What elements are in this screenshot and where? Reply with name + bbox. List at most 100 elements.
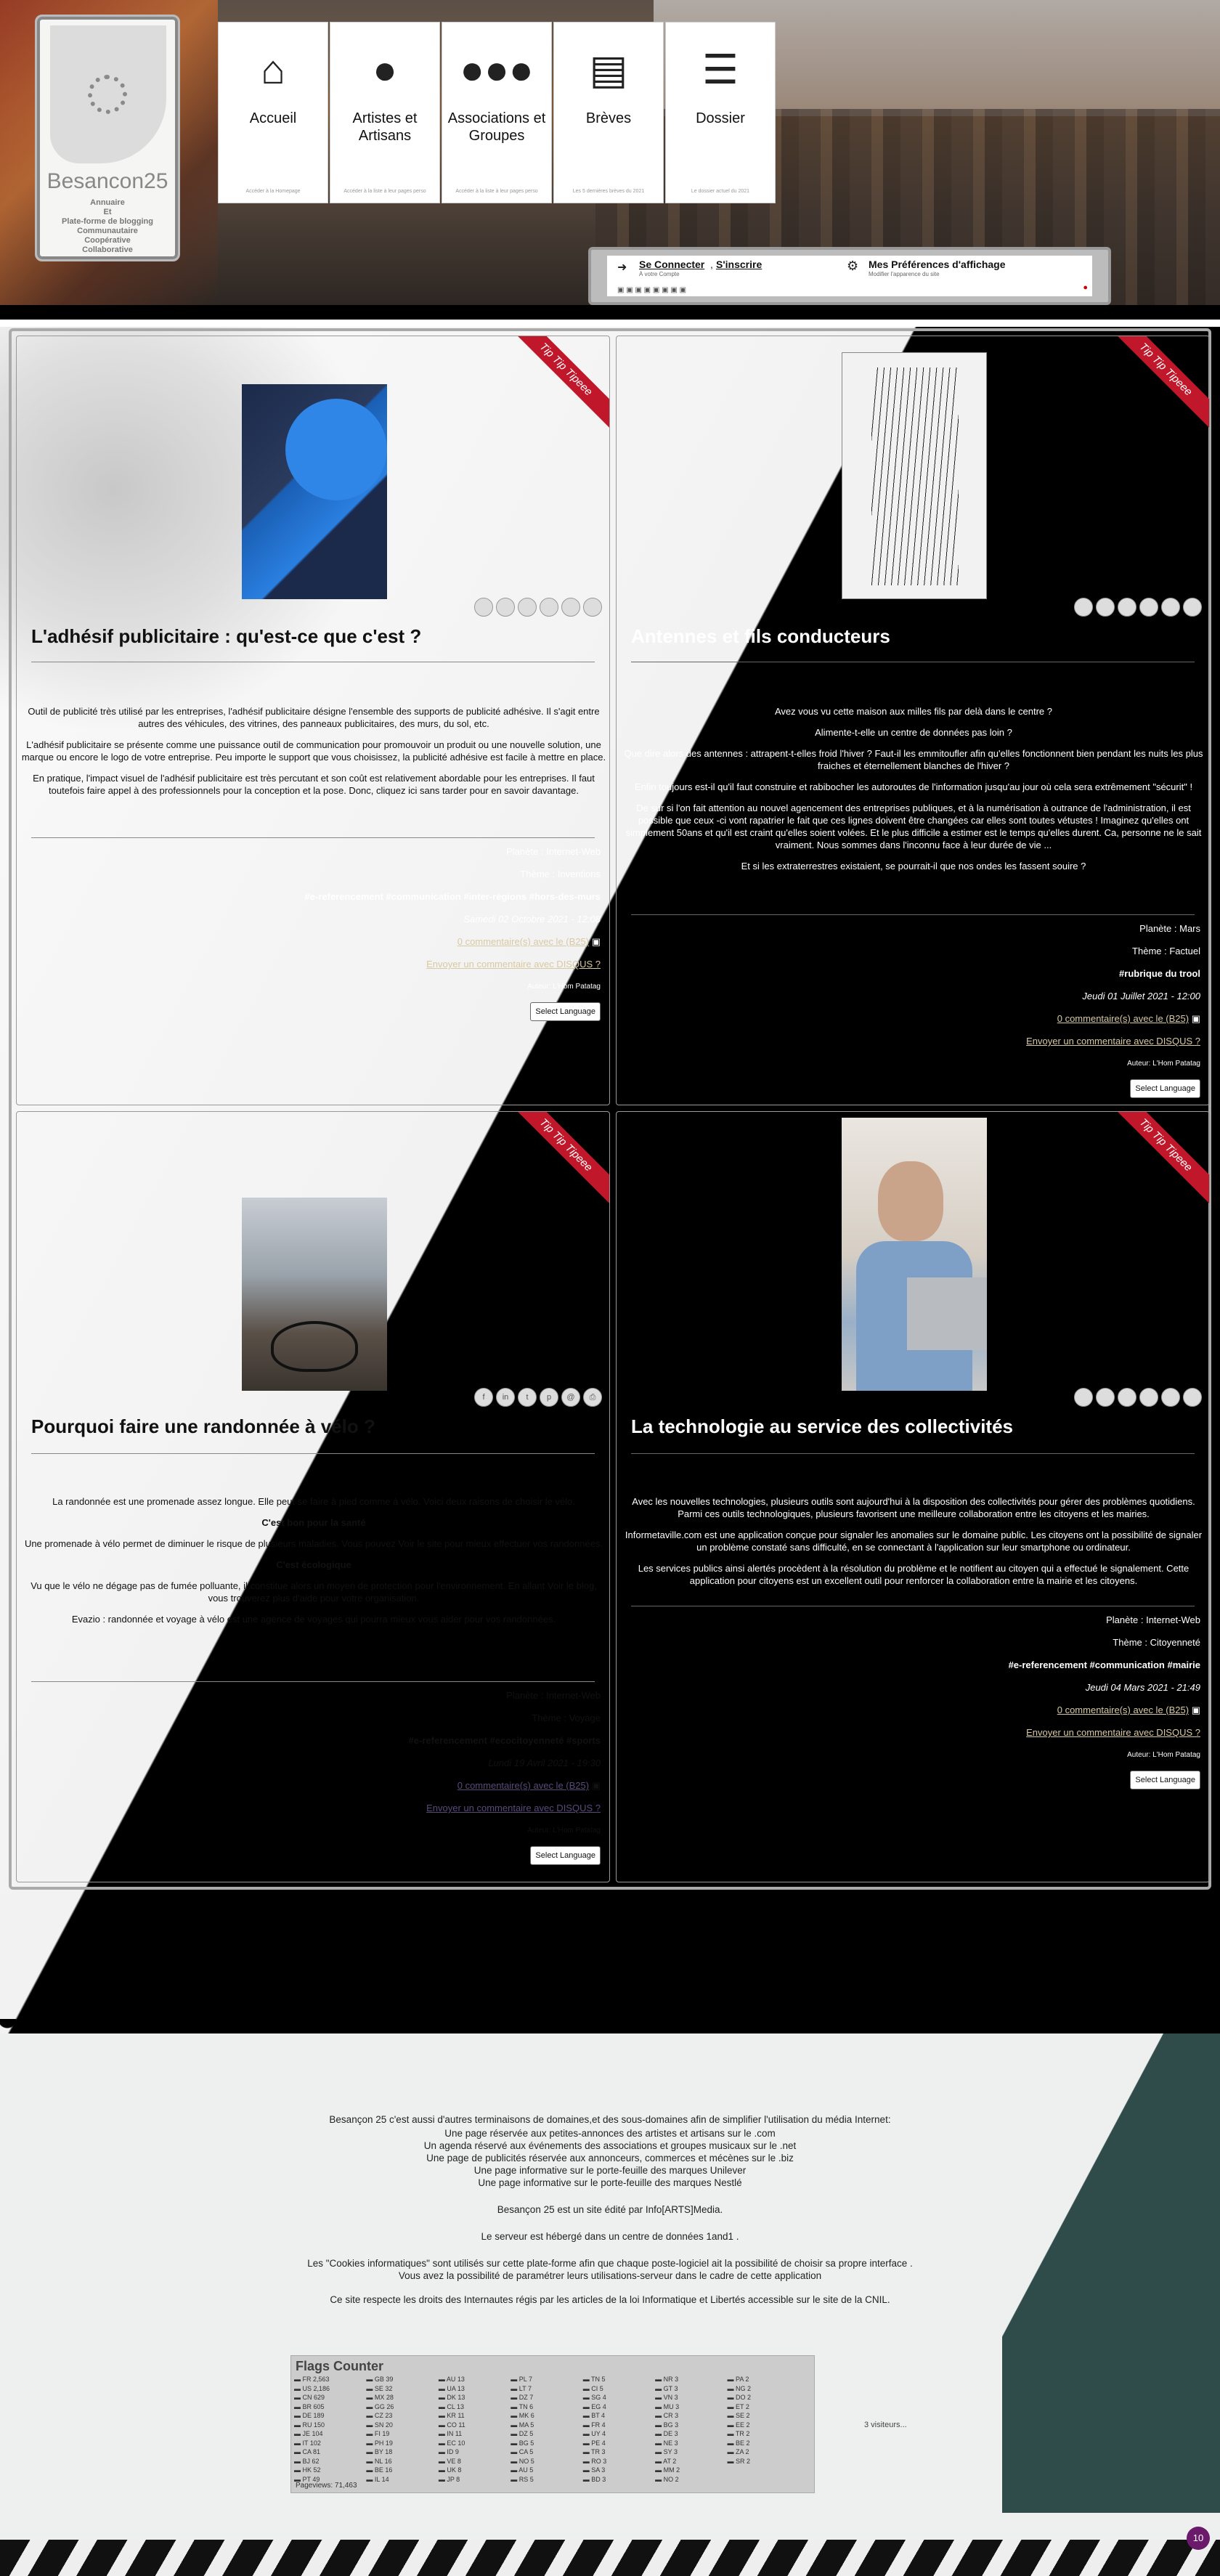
connect-link[interactable]: Se Connecter — [639, 259, 704, 270]
share-icon[interactable] — [1096, 1388, 1115, 1407]
flag-entry: ▬ JE 104 — [294, 2430, 323, 2437]
article-body: La randonnée est une promenade assez lon… — [24, 1496, 603, 1625]
article-card: Tip Tip Tipeee f in t p @ ⎙ Pourquoi faire un… — [16, 1111, 610, 1882]
disqus-link[interactable]: Envoyer un commentaire avec DISQUS ? — [1026, 1036, 1200, 1047]
share-icon[interactable] — [1074, 1388, 1093, 1407]
footer-rights[interactable]: Ce site respecte les droits des Internau… — [218, 2293, 1002, 2306]
alert-icon[interactable]: ● — [1083, 283, 1088, 292]
nav-hint: Les 5 dernières brèves du 2021 — [572, 189, 645, 194]
theme-value: Inventions — [557, 869, 601, 879]
footer-cookies[interactable]: Les "Cookies informatiques" sont utilisé… — [218, 2257, 1002, 2270]
nav-hint: Accéder à la Homepage — [245, 189, 301, 194]
article-image[interactable] — [242, 1198, 387, 1391]
tipeee-ribbon[interactable]: Tip Tip Tipeee — [1107, 1112, 1209, 1214]
disqus-link[interactable]: Envoyer un commentaire avec DISQUS ? — [1026, 1727, 1200, 1738]
share-icon[interactable] — [540, 598, 558, 617]
pinterest-icon[interactable]: p — [540, 1388, 558, 1407]
share-icon[interactable] — [518, 598, 537, 617]
comments-link[interactable]: 0 commentaire(s) avec le (B25) — [1057, 1705, 1189, 1715]
users-icon: ●●● — [460, 46, 534, 92]
footer-server[interactable]: Le serveur est hébergé dans un centre de… — [218, 2230, 1002, 2243]
register-link[interactable]: S'inscrire — [716, 259, 762, 270]
footer-cookies-settings[interactable]: Vous avez la possibilité de paramétrer l… — [218, 2270, 1002, 2282]
comments-link[interactable]: 0 commentaire(s) avec le (B25) — [458, 936, 589, 947]
comments-link[interactable]: 0 commentaire(s) avec le (B25) — [458, 1780, 589, 1791]
facebook-icon[interactable]: f — [474, 1388, 493, 1407]
flag-entry: ▬ MU 3 — [655, 2402, 680, 2410]
linkedin-icon[interactable]: in — [496, 1388, 515, 1407]
comments-link[interactable]: 0 commentaire(s) avec le (B25) — [1057, 1013, 1189, 1024]
disqus-link[interactable]: Envoyer un commentaire avec DISQUS ? — [426, 959, 601, 970]
share-icon[interactable] — [1074, 598, 1093, 617]
site-logo[interactable]: Besancon25 Annuaire Et Plate-forme de bl… — [35, 15, 180, 261]
tags[interactable]: #rubrique du trool — [1026, 967, 1200, 981]
nav-accueil[interactable]: ⌂ Accueil Accéder à la Homepage — [218, 22, 328, 203]
flag-entry: ▬ FR 4 — [582, 2421, 606, 2429]
divider — [631, 914, 1195, 915]
footer-link-annonces[interactable]: Une page réservée aux petites-annonces d… — [218, 2127, 1002, 2140]
language-select[interactable]: Select Language — [530, 1846, 601, 1865]
email-icon[interactable]: @ — [561, 1388, 580, 1407]
connect-sep: , — [710, 259, 713, 270]
nav-associations[interactable]: ●●● Associations et Groupes Accéder à la… — [442, 22, 552, 203]
article-title[interactable]: La technologie au service des collectivi… — [631, 1415, 1013, 1438]
share-icon[interactable] — [1183, 598, 1202, 617]
print-icon[interactable]: ⎙ — [583, 1388, 602, 1407]
article-title[interactable]: Antennes et fils conducteurs — [631, 625, 890, 648]
article-image[interactable] — [842, 352, 987, 599]
flag-entry: ▬ CR 3 — [655, 2412, 679, 2419]
footer-link-unilever[interactable]: Une page informative sur le porte-feuill… — [218, 2164, 1002, 2177]
preferences-link[interactable]: Mes Préférences d'affichage — [869, 259, 1006, 270]
tags[interactable]: #e-referencement #communication #mairie — [1009, 1658, 1200, 1673]
share-icon[interactable] — [1183, 1388, 1202, 1407]
flag-entry: ▬ BG 5 — [511, 2439, 534, 2447]
disqus-link[interactable]: Envoyer un commentaire avec DISQUS ? — [426, 1803, 601, 1813]
language-select[interactable]: Select Language — [1130, 1079, 1200, 1098]
share-icon[interactable] — [474, 598, 493, 617]
tipeee-ribbon[interactable]: Tip Tip Tipeee — [508, 336, 609, 438]
flag-entry: ▬ RO 3 — [582, 2457, 607, 2465]
footer-editor[interactable]: Besançon 25 est un site édité par Info[A… — [218, 2203, 1002, 2216]
tags[interactable]: #e-referencement #ecocitoyenneté #sports — [409, 1734, 601, 1748]
flags-counter[interactable]: Flags Counter ▬ FR 2,563 ▬ US 2,186 ▬ CN 6… — [290, 2355, 815, 2493]
share-icon[interactable] — [1096, 598, 1115, 617]
flag-entry: ▬ NR 3 — [655, 2376, 679, 2383]
divider — [31, 837, 595, 838]
share-icon[interactable] — [561, 598, 580, 617]
share-icon[interactable] — [1118, 598, 1136, 617]
tipeee-ribbon[interactable]: Tip Tip Tipeee — [1107, 336, 1209, 438]
article-title[interactable]: Pourquoi faire une randonnée à vélo ? — [31, 1415, 375, 1438]
notification-badge[interactable]: 10 — [1187, 2527, 1210, 2550]
tags[interactable]: #e-referencement #communication #inter-r… — [305, 890, 601, 904]
comment-icon: ▣ — [1191, 1013, 1200, 1024]
share-icon[interactable] — [496, 598, 515, 617]
share-icon[interactable] — [1161, 1388, 1180, 1407]
share-icon[interactable] — [1161, 598, 1180, 617]
twitter-icon[interactable]: t — [518, 1388, 537, 1407]
nav-artistes[interactable]: ● Artistes et Artisans Accéder à la list… — [330, 22, 440, 203]
article-image[interactable] — [242, 384, 387, 599]
footer-link-nestle[interactable]: Une page informative sur le porte-feuill… — [218, 2177, 1002, 2189]
article-image[interactable] — [842, 1118, 987, 1391]
share-icon[interactable] — [1139, 598, 1158, 617]
share-icon[interactable] — [1139, 1388, 1158, 1407]
share-icon[interactable] — [583, 598, 602, 617]
flag-entry: ▬ ID 9 — [438, 2448, 459, 2455]
nav-breves[interactable]: ▤ Brèves Les 5 dernières brèves du 2021 — [553, 22, 664, 203]
footer-link-publicites[interactable]: Une page de publicités réservée aux anno… — [218, 2152, 1002, 2164]
article-title[interactable]: L'adhésif publicitaire : qu'est-ce que c… — [31, 625, 421, 648]
nav-dossier[interactable]: ☰ Dossier Le dossier actuel du 2021 — [665, 22, 776, 203]
flag-entry: ▬ NO 5 — [511, 2457, 534, 2465]
divider — [31, 1453, 595, 1454]
flag-entry: ▬ TN 6 — [511, 2402, 534, 2410]
tipeee-ribbon[interactable]: Tip Tip Tipeee — [508, 1112, 609, 1214]
flag-entry: ▬ RU 150 — [294, 2421, 325, 2429]
language-flags[interactable]: ▣ ▣ ▣ ▣ ▣ ▣ ▣ ▣ — [617, 286, 686, 294]
article-meta: Planète : Internet-Web Thème : Voyage #e… — [409, 1689, 601, 1873]
language-select[interactable]: Select Language — [530, 1002, 601, 1021]
article-meta: Planète : Internet-Web Thème : Citoyenne… — [1009, 1613, 1200, 1797]
flag-entry: ▬ LT 7 — [511, 2384, 532, 2392]
share-icon[interactable] — [1118, 1388, 1136, 1407]
footer-link-evenements[interactable]: Un agenda réservé aux événements des ass… — [218, 2140, 1002, 2152]
language-select[interactable]: Select Language — [1130, 1771, 1200, 1789]
